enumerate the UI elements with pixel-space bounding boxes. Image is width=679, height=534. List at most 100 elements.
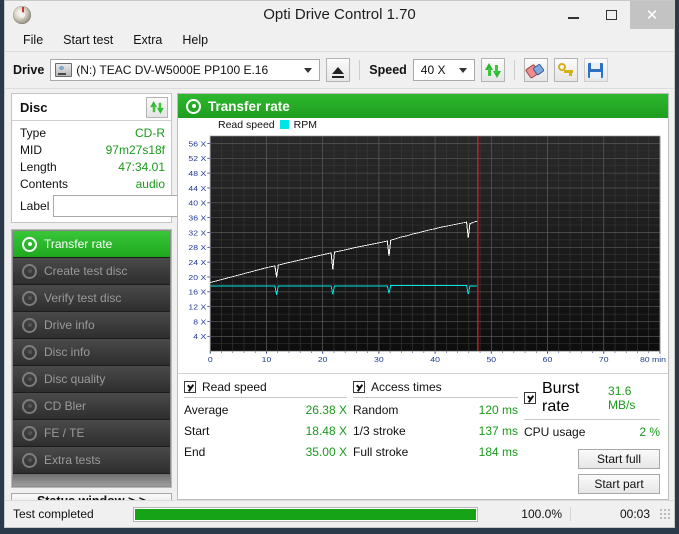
disc-row-value: CD-R (135, 126, 165, 140)
svg-text:8 X: 8 X (193, 318, 207, 326)
access-times-checkbox[interactable] (353, 381, 365, 393)
disc-icon (22, 452, 37, 468)
sidebar-item-label: Verify test disc (44, 291, 122, 305)
svg-text:40 X: 40 X (188, 199, 207, 207)
legend-label-rpm: RPM (293, 118, 317, 131)
drive-toolbar: Drive (N:) TEAC DV-W5000E PP100 E.16 Spe… (5, 51, 674, 89)
chevron-down-icon (458, 67, 467, 73)
test-nav-list: Transfer rate Create test disc Verify te… (11, 229, 172, 488)
sidebar-item-label: Create test disc (44, 264, 128, 278)
burst-rate-value: 31.6 MB/s (608, 384, 636, 412)
menu-item-help[interactable]: Help (173, 30, 217, 50)
disc-info-rows: Type CD-R MID 97m27s18f Length 47:34.01 … (12, 121, 258, 222)
sidebar-item-label: Disc info (44, 345, 91, 359)
chart-header: Transfer rate (178, 94, 668, 118)
sidebar-item-fe-te[interactable]: FE / TE (13, 420, 170, 447)
stat-row-third-stroke: 1/3 stroke 137 ms (353, 423, 518, 440)
menu-item-start-test[interactable]: Start test (54, 30, 122, 50)
main-body: Disc Type CD-R MID 97m27s18f Length 47:3… (5, 89, 674, 509)
toolbar-divider (359, 60, 361, 80)
svg-text:40: 40 (430, 356, 440, 364)
svg-text:16 X: 16 X (188, 288, 207, 296)
status-bar: Test completed 100.0% 00:03 (5, 500, 674, 527)
window-buttons: ✕ (554, 1, 674, 29)
status-text: Test completed (13, 507, 94, 521)
read-speed-checkbox-row[interactable]: Read speed (184, 380, 347, 398)
disc-icon (22, 263, 37, 279)
stat-row-start: Start 18.48 X (184, 423, 347, 440)
eject-button[interactable] (326, 58, 351, 82)
disc-panel-title: Disc (20, 99, 48, 115)
menu-item-file[interactable]: File (14, 30, 52, 50)
sidebar-item-create-test-disc[interactable]: Create test disc (13, 258, 170, 285)
stat-value: 184 ms (478, 445, 518, 459)
disc-icon (22, 371, 37, 387)
svg-text:4 X: 4 X (193, 333, 207, 341)
menu-item-extra[interactable]: Extra (124, 30, 171, 50)
disc-icon (22, 317, 37, 333)
disc-row-value: audio (135, 177, 165, 191)
close-button[interactable]: ✕ (630, 1, 674, 29)
sidebar-item-verify-test-disc[interactable]: Verify test disc (13, 285, 170, 312)
sidebar-item-disc-quality[interactable]: Disc quality (13, 366, 170, 393)
start-full-button[interactable]: Start full (578, 449, 660, 469)
sidebar-item-label: Extra tests (44, 453, 101, 467)
speed-select-value: 40 X (420, 63, 446, 77)
read-speed-checkbox[interactable] (184, 381, 196, 393)
refresh-button[interactable] (480, 58, 505, 82)
sidebar-item-label: FE / TE (44, 426, 85, 440)
disc-row-value: 97m27s18f (105, 143, 165, 157)
stat-value: 2 % (639, 425, 660, 439)
disc-row-length: Length 47:34.01 (20, 159, 165, 175)
burst-rate-checkbox-row[interactable]: Burst rate (524, 380, 608, 416)
elapsed-time: 00:03 (619, 507, 650, 521)
svg-text:56 X: 56 X (188, 140, 207, 148)
svg-text:50: 50 (486, 356, 496, 364)
disc-label-key: Label (20, 199, 50, 213)
stat-row-random: Random 120 ms (353, 402, 518, 419)
start-part-button[interactable]: Start part (578, 474, 660, 494)
drive-select[interactable]: (N:) TEAC DV-W5000E PP100 E.16 (50, 59, 321, 81)
sidebar-item-extra-tests[interactable]: Extra tests (13, 447, 170, 474)
save-button[interactable] (583, 58, 608, 82)
speed-label: Speed (369, 63, 407, 77)
disc-icon (186, 98, 201, 114)
sidebar-item-transfer-rate[interactable]: Transfer rate (13, 231, 170, 258)
disc-refresh-button[interactable] (146, 96, 168, 118)
erase-button[interactable] (523, 58, 548, 82)
svg-text:24 X: 24 X (188, 259, 207, 267)
sidebar-item-disc-info[interactable]: Disc info (13, 339, 170, 366)
svg-text:20: 20 (318, 356, 328, 364)
stat-key: Average (184, 403, 229, 417)
chevron-down-icon (304, 67, 313, 73)
disc-row-key: Contents (20, 177, 69, 191)
burst-rate-checkbox-label: Burst rate (542, 380, 580, 415)
sidebar-item-cd-bler[interactable]: CD Bler (13, 393, 170, 420)
burst-rate-checkbox[interactable] (524, 392, 536, 404)
toolbar-divider (513, 60, 515, 80)
key-button[interactable] (553, 58, 578, 82)
sidebar-item-label: Disc quality (44, 372, 106, 386)
stat-value: 18.48 X (305, 424, 347, 438)
speed-select[interactable]: 40 X (412, 59, 475, 81)
maximize-icon (605, 10, 617, 20)
sidebar-item-drive-info[interactable]: Drive info (13, 312, 170, 339)
chart-legend: Read speed RPM (178, 118, 668, 131)
minimize-button[interactable] (554, 1, 592, 29)
access-times-checkbox-row[interactable]: Access times (353, 380, 518, 398)
maximize-button[interactable] (592, 1, 630, 29)
resize-grip[interactable] (660, 509, 670, 519)
stat-key: 1/3 stroke (353, 424, 406, 438)
disc-icon (22, 398, 37, 414)
stat-value: 120 ms (478, 403, 518, 417)
stat-row-cpu-usage: CPU usage 2 % (524, 424, 660, 441)
stat-value: 35.00 X (305, 445, 347, 459)
stat-key: CPU usage (524, 425, 586, 439)
disc-row-key: Length (20, 160, 57, 174)
read-speed-checkbox-label: Read speed (202, 380, 267, 394)
stat-value: 26.38 X (305, 403, 347, 417)
stat-key: End (184, 445, 206, 459)
svg-text:60: 60 (543, 356, 553, 364)
disc-icon (22, 236, 37, 252)
svg-text:28 X: 28 X (188, 244, 207, 252)
